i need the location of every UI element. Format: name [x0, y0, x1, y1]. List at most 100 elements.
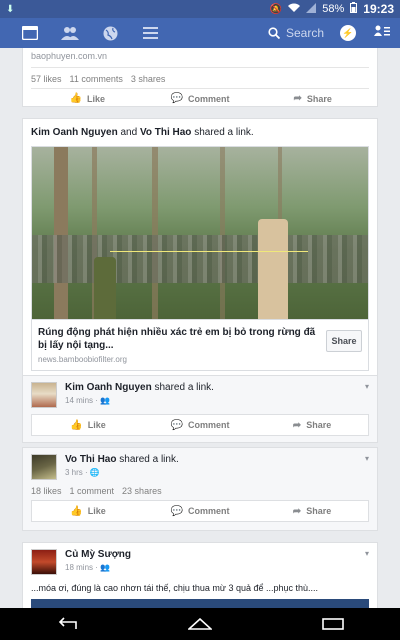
menu-tab[interactable]: [130, 18, 170, 48]
chevron-down-icon[interactable]: ▾: [365, 382, 369, 391]
chevron-down-icon[interactable]: ▾: [365, 549, 369, 558]
like-label: Like: [87, 506, 106, 516]
share-arrow-icon: ➦: [292, 505, 302, 517]
system-navigation-bar: [0, 608, 400, 640]
thumbs-up-icon: 👍: [70, 505, 83, 517]
thumbs-up-icon: 👍: [69, 93, 83, 104]
contacts-button[interactable]: [374, 24, 390, 42]
friends-audience-icon: 👥: [100, 396, 111, 405]
link-domain: news.bamboobiofilter.org: [38, 355, 127, 364]
messenger-icon[interactable]: ⚡: [340, 25, 356, 41]
sub-story-card-2: Vo Thi Hao shared a link. 3 hrs · 🌐 ▾ 18…: [22, 447, 378, 531]
actor-name-2[interactable]: Vo Thi Hao: [140, 127, 191, 138]
share-label: Share: [306, 93, 332, 104]
share-action-button[interactable]: ➦ Share: [256, 420, 368, 431]
friends-icon: [61, 27, 79, 40]
menu-icon: [142, 27, 158, 39]
post-actions: 👍 Like 💬 Comment ➦ Share: [31, 88, 369, 108]
search-icon: [268, 27, 280, 39]
back-button[interactable]: [53, 615, 81, 633]
post-image[interactable]: [31, 599, 369, 608]
contacts-icon: [374, 25, 390, 36]
author-name[interactable]: Củ Mỳ Sượng: [65, 549, 131, 560]
news-feed-icon: [22, 26, 38, 40]
comment-icon: 💬: [170, 93, 183, 104]
likes-count[interactable]: 18 likes: [31, 486, 62, 496]
share-arrow-icon: ➦: [292, 419, 302, 431]
story-action: shared a link.: [194, 127, 254, 138]
wifi-icon: [288, 3, 301, 16]
link-caption[interactable]: Rúng động phát hiện nhiều xác trẻ em bị …: [31, 320, 369, 371]
timestamp[interactable]: 18 mins: [65, 563, 93, 572]
avatar[interactable]: [31, 549, 57, 575]
like-label: Like: [87, 93, 106, 104]
sub-story-header: Vo Thi Hao shared a link. 3 hrs · 🌐 ▾: [23, 448, 377, 486]
comment-label: Comment: [187, 93, 230, 104]
comment-icon: 💬: [170, 419, 183, 431]
comment-label: Comment: [187, 506, 230, 516]
avatar[interactable]: [31, 454, 57, 480]
share-arrow-icon: ➦: [293, 93, 302, 104]
post-header: Củ Mỳ Sượng 18 mins · 👥 ▾: [23, 543, 377, 581]
back-icon: [58, 617, 77, 629]
battery-percent: 58%: [322, 3, 345, 15]
actor-name[interactable]: Vo Thi Hao: [65, 454, 116, 465]
story-header: Kim Oanh Nguyen and Vo Thi Hao shared a …: [23, 119, 377, 146]
friends-audience-icon: 👥: [100, 563, 111, 572]
post-actions: 👍 Like 💬 Comment ➦ Share: [31, 414, 369, 436]
share-action-button[interactable]: ➦ Share: [256, 93, 369, 104]
signal-icon: [306, 2, 317, 16]
home-icon: [187, 618, 212, 630]
comment-button[interactable]: 💬 Comment: [144, 93, 257, 104]
comment-label: Comment: [187, 420, 230, 430]
like-button[interactable]: 👍 Like: [32, 420, 144, 431]
news-feed[interactable]: baophuyen.com.vn 57 likes 11 comments 3 …: [0, 48, 400, 608]
friend-requests-tab[interactable]: [50, 18, 90, 48]
shares-count[interactable]: 3 shares: [131, 74, 166, 84]
actor-name-1[interactable]: Kim Oanh Nguyen: [31, 127, 118, 138]
home-button[interactable]: [186, 615, 214, 633]
link-title[interactable]: Rúng động phát hiện nhiều xác trẻ em bị …: [38, 326, 326, 352]
likes-count[interactable]: 57 likes: [31, 74, 62, 84]
share-link-button[interactable]: Share: [326, 330, 362, 352]
search-button[interactable]: Search: [260, 18, 332, 48]
comments-count[interactable]: 11 comments: [70, 74, 123, 84]
notifications-tab[interactable]: [90, 18, 130, 48]
share-action-button[interactable]: ➦ Share: [256, 506, 368, 517]
link-preview-image[interactable]: [31, 146, 369, 320]
news-feed-tab[interactable]: [10, 18, 50, 48]
comment-icon: 💬: [170, 505, 183, 517]
shared-link-story-card: Kim Oanh Nguyen and Vo Thi Hao shared a …: [22, 118, 378, 386]
timestamp[interactable]: 14 mins: [65, 396, 93, 405]
post-text: ...móa ơi, đúng là cao nhơn tái thế, chị…: [31, 583, 319, 593]
story-action: shared a link.: [119, 454, 179, 465]
battery-icon: [350, 2, 358, 16]
comment-button[interactable]: 💬 Comment: [144, 420, 256, 431]
thumbs-up-icon: 👍: [70, 419, 83, 431]
connector: and: [120, 127, 138, 138]
like-button[interactable]: 👍 Like: [31, 93, 144, 104]
post-stats: 57 likes 11 comments 3 shares: [31, 67, 369, 84]
chevron-down-icon[interactable]: ▾: [365, 454, 369, 463]
status-bar: ⬇ 🔕 58% 19:23: [0, 0, 400, 18]
comments-count[interactable]: 1 comment: [70, 486, 115, 496]
mute-icon: 🔕: [269, 3, 283, 15]
like-button[interactable]: 👍 Like: [32, 506, 144, 517]
sub-story-header: Kim Oanh Nguyen shared a link. 14 mins ·…: [23, 376, 377, 414]
avatar[interactable]: [31, 382, 57, 408]
previous-post-card: baophuyen.com.vn 57 likes 11 comments 3 …: [22, 48, 378, 107]
link-domain: baophuyen.com.vn: [31, 51, 108, 61]
download-icon: ⬇: [6, 3, 15, 15]
search-label: Search: [285, 26, 324, 40]
recents-button[interactable]: [319, 615, 347, 633]
actor-name[interactable]: Kim Oanh Nguyen: [65, 382, 152, 393]
comment-button[interactable]: 💬 Comment: [144, 506, 256, 517]
shares-count[interactable]: 23 shares: [122, 486, 162, 496]
sub-story-card-1: Kim Oanh Nguyen shared a link. 14 mins ·…: [22, 375, 378, 443]
like-label: Like: [87, 420, 106, 430]
story-action: shared a link.: [154, 382, 214, 393]
post-card: Củ Mỳ Sượng 18 mins · 👥 ▾ ...móa ơi, đún…: [22, 542, 378, 608]
clock: 19:23: [363, 2, 394, 16]
post-actions: 👍 Like 💬 Comment ➦ Share: [31, 500, 369, 522]
timestamp[interactable]: 3 hrs: [65, 468, 83, 477]
